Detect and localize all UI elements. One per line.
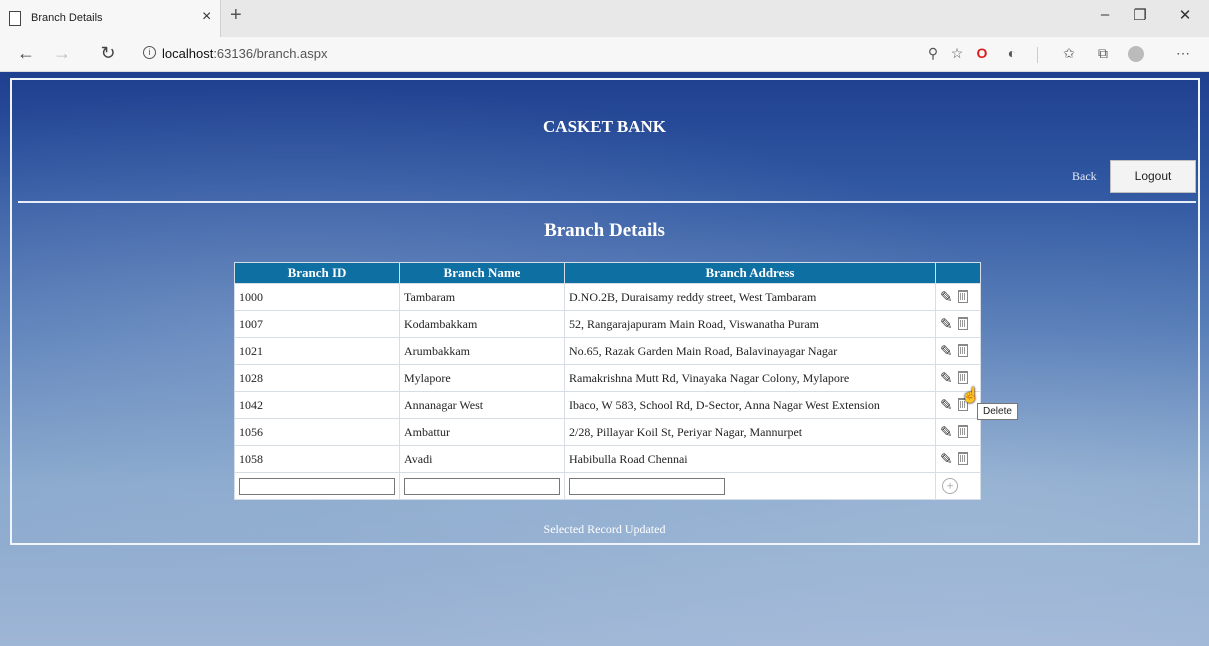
favorites-icon[interactable]: ✩: [1058, 45, 1080, 62]
new-branch-id-input[interactable]: [239, 477, 395, 495]
delete-tooltip: Delete: [977, 403, 1018, 420]
column-header-branch-id: Branch ID: [234, 262, 400, 284]
column-header-branch-address: Branch Address: [564, 262, 936, 284]
trash-icon[interactable]: [957, 370, 968, 384]
status-message: Selected Record Updated: [543, 522, 666, 536]
tab-title: Branch Details: [31, 12, 103, 24]
new-branch-address-input[interactable]: [569, 477, 725, 495]
trash-icon[interactable]: [957, 451, 968, 465]
branch-id-cell: 1000: [234, 283, 400, 311]
refresh-icon[interactable]: ↻: [96, 43, 120, 64]
pencil-icon[interactable]: ✎: [940, 450, 953, 469]
row-actions: ✎: [935, 283, 981, 311]
branch-address-cell: 2/28, Pillayar Koil St, Periyar Nagar, M…: [564, 418, 936, 446]
back-link[interactable]: Back: [1072, 169, 1097, 184]
trash-icon[interactable]: [957, 316, 968, 330]
add-cell: +: [935, 472, 981, 500]
branch-address-cell: D.NO.2B, Duraisamy reddy street, West Ta…: [564, 283, 936, 311]
bank-title: CASKET BANK: [543, 117, 666, 136]
branch-id-cell: 1042: [234, 391, 400, 419]
page-icon: [9, 11, 21, 26]
table-row: 1056 Ambattur 2/28, Pillayar Koil St, Pe…: [234, 418, 981, 446]
restore-button[interactable]: ❐: [1125, 6, 1155, 24]
new-branch-name-input[interactable]: [404, 477, 560, 495]
branch-id-cell: 1028: [234, 364, 400, 392]
collections-icon[interactable]: ⧉: [1092, 45, 1114, 62]
new-name-cell: [399, 472, 565, 500]
branch-address-cell: Habibulla Road Chennai: [564, 445, 936, 473]
url-field[interactable]: localhost:63136/branch.aspx: [162, 46, 328, 61]
branch-name-cell: Annanagar West: [399, 391, 565, 419]
new-tab-button[interactable]: +: [230, 4, 242, 27]
row-actions: ✎: [935, 310, 981, 338]
page-content: CASKET BANK Back Logout Branch Details B…: [0, 72, 1209, 646]
column-header-branch-name: Branch Name: [399, 262, 565, 284]
profile-avatar[interactable]: [1128, 46, 1144, 62]
opera-icon[interactable]: O: [971, 45, 993, 61]
url-host: localhost: [162, 46, 214, 61]
browser-tab[interactable]: Branch Details ×: [0, 0, 221, 37]
trash-icon[interactable]: [957, 289, 968, 303]
branch-name-cell: Mylapore: [399, 364, 565, 392]
extension-icon[interactable]: ◐: [1001, 45, 1023, 61]
back-arrow-icon[interactable]: ←: [14, 43, 38, 64]
more-icon[interactable]: ⋯: [1172, 45, 1194, 62]
row-actions: ✎: [935, 445, 981, 473]
tab-close-button[interactable]: ×: [202, 8, 211, 26]
new-row: +: [234, 472, 981, 500]
table-row: 1021 Arumbakkam No.65, Razak Garden Main…: [234, 337, 981, 365]
branch-table: Branch ID Branch Name Branch Address 100…: [234, 262, 981, 500]
branch-address-cell: Ibaco, W 583, School Rd, D-Sector, Anna …: [564, 391, 936, 419]
table-header-row: Branch ID Branch Name Branch Address: [234, 262, 981, 284]
trash-icon[interactable]: [957, 343, 968, 357]
table-row: 1028 Mylapore Ramakrishna Mutt Rd, Vinay…: [234, 364, 981, 392]
branch-address-cell: No.65, Razak Garden Main Road, Balavinay…: [564, 337, 936, 365]
branch-name-cell: Ambattur: [399, 418, 565, 446]
table-row: 1000 Tambaram D.NO.2B, Duraisamy reddy s…: [234, 283, 981, 311]
pencil-icon[interactable]: ✎: [940, 315, 953, 334]
branch-id-cell: 1058: [234, 445, 400, 473]
row-actions: ✎: [935, 337, 981, 365]
branch-id-cell: 1021: [234, 337, 400, 365]
hand-cursor-icon: ☝: [961, 387, 980, 404]
logout-button[interactable]: Logout: [1110, 160, 1196, 193]
column-header-actions: [935, 262, 981, 284]
page-title: Branch Details: [544, 220, 665, 241]
minimize-button[interactable]: –: [1090, 6, 1120, 23]
toolbar-divider: [1037, 47, 1038, 63]
branch-name-cell: Avadi: [399, 445, 565, 473]
info-icon[interactable]: i: [143, 46, 156, 59]
key-icon[interactable]: ⚲: [922, 45, 944, 62]
trash-icon[interactable]: [957, 424, 968, 438]
divider: [18, 201, 1196, 203]
branch-id-cell: 1056: [234, 418, 400, 446]
branch-address-cell: 52, Rangarajapuram Main Road, Viswanatha…: [564, 310, 936, 338]
row-actions: ✎: [935, 418, 981, 446]
pencil-icon[interactable]: ✎: [940, 288, 953, 307]
pencil-icon[interactable]: ✎: [940, 396, 953, 415]
new-address-cell: [564, 472, 936, 500]
table-row: 1042 Annanagar West Ibaco, W 583, School…: [234, 391, 981, 419]
new-id-cell: [234, 472, 400, 500]
browser-tab-strip: Branch Details × + – ❐ ✕: [0, 0, 1209, 37]
branch-name-cell: Kodambakkam: [399, 310, 565, 338]
branch-id-cell: 1007: [234, 310, 400, 338]
forward-arrow-icon[interactable]: →: [50, 43, 74, 64]
branch-name-cell: Arumbakkam: [399, 337, 565, 365]
branch-name-cell: Tambaram: [399, 283, 565, 311]
url-path: :63136/branch.aspx: [213, 46, 328, 61]
table-row: 1007 Kodambakkam 52, Rangarajapuram Main…: [234, 310, 981, 338]
pencil-icon[interactable]: ✎: [940, 369, 953, 388]
star-icon[interactable]: ☆: [946, 45, 968, 62]
pencil-icon[interactable]: ✎: [940, 342, 953, 361]
window-close-button[interactable]: ✕: [1170, 6, 1200, 24]
address-bar: ← → ↻ i localhost:63136/branch.aspx ⚲ ☆ …: [0, 37, 1209, 72]
table-row: 1058 Avadi Habibulla Road Chennai ✎: [234, 445, 981, 473]
plus-circle-icon[interactable]: +: [942, 478, 958, 494]
branch-address-cell: Ramakrishna Mutt Rd, Vinayaka Nagar Colo…: [564, 364, 936, 392]
pencil-icon[interactable]: ✎: [940, 423, 953, 442]
